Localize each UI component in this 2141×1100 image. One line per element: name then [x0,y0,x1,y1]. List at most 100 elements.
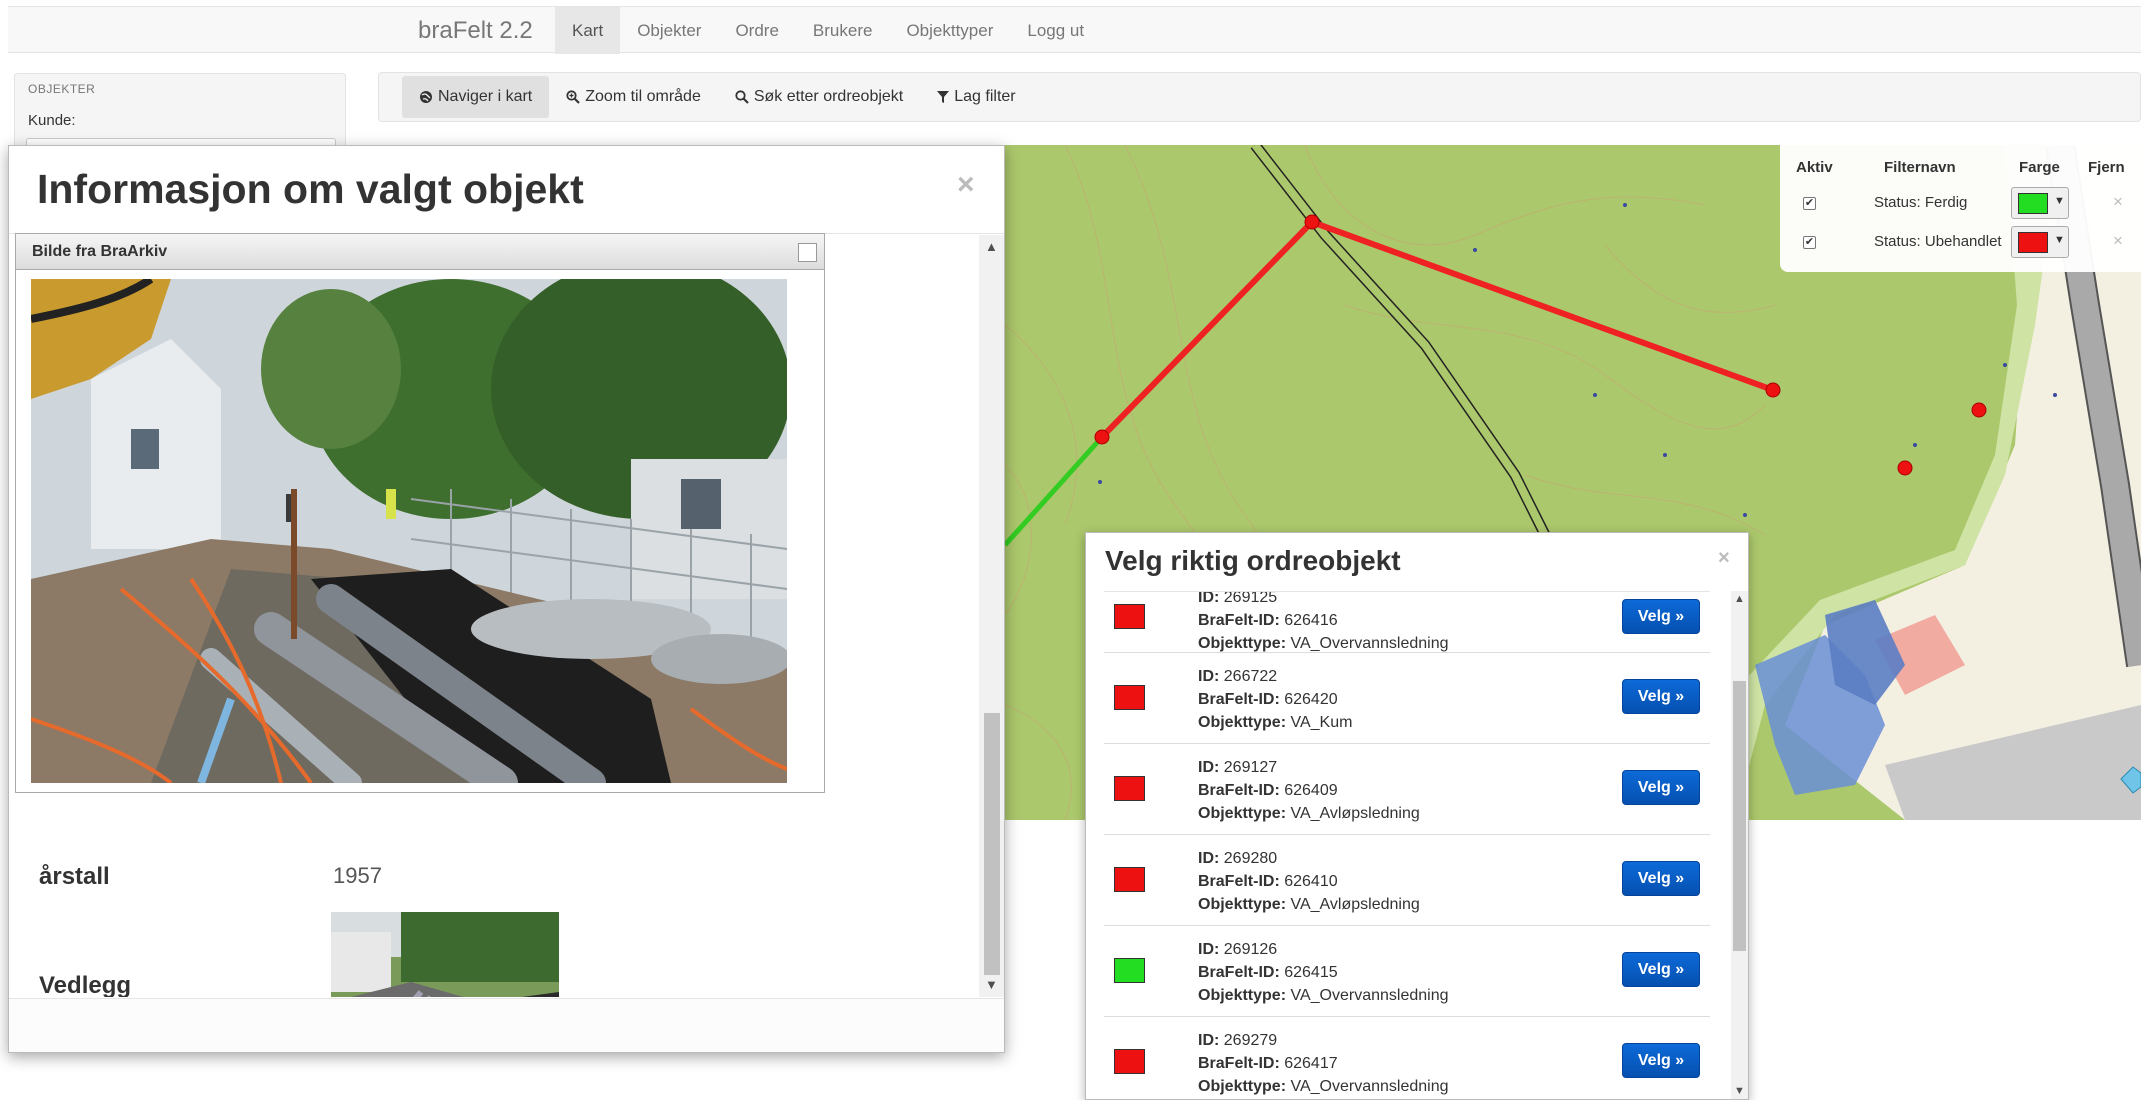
order-list: ID: 269125 BraFelt-ID: 626416 Objekttype… [1104,591,1710,1099]
search-order-button[interactable]: Søk etter ordreobjekt [718,76,920,118]
id-label: ID: [1198,850,1220,867]
id-label: ID: [1198,941,1220,958]
scroll-thumb[interactable] [984,713,1000,975]
id-value: 269126 [1223,941,1278,958]
scroll-thumb[interactable] [1733,681,1746,951]
filter-color-picker[interactable]: ▼ [2011,187,2069,219]
id-label: ID: [1198,668,1220,685]
info-modal-scrollbar[interactable]: ▲ ▼ [979,235,1004,997]
brafelt-id-value: 626416 [1284,612,1338,629]
close-icon[interactable]: × [1718,547,1730,570]
image-dialog-title: Bilde fra BraArkiv [32,243,168,260]
filter-row: ✔ Status: Ubehandlet ▼ × [1780,224,2141,260]
filter-color-picker[interactable]: ▼ [2011,226,2069,258]
list-item: ID: 269125 BraFelt-ID: 626416 Objekttype… [1104,591,1710,653]
id-value: 269125 [1223,591,1278,606]
remove-filter-icon[interactable]: × [2113,231,2123,251]
remove-filter-icon[interactable]: × [2113,192,2123,212]
order-list-scrollbar[interactable]: ▲ ▼ [1731,591,1748,1099]
brand-title[interactable]: braFelt 2.2 [418,17,533,45]
list-item: ID: 269279 BraFelt-ID: 626417 Objekttype… [1104,1017,1710,1099]
image-dialog-header: Bilde fra BraArkiv [16,234,824,270]
filter-header-farge: Farge [2019,159,2060,176]
filter-name: Status: Ferdig [1874,194,1968,211]
scroll-up-icon[interactable]: ▲ [1734,593,1745,605]
list-item: ID: 269126 BraFelt-ID: 626415 Objekttype… [1104,926,1710,1017]
archive-photo [30,259,791,800]
objekttype-label: Objekttype: [1198,635,1287,652]
velg-button[interactable]: Velg » [1622,770,1700,805]
objekttype-value: VA_Avløpsledning [1290,896,1420,913]
nav-kart[interactable]: Kart [555,7,621,54]
caret-down-icon: ▼ [2054,195,2065,207]
filter-icon [937,91,950,103]
velg-button[interactable]: Velg » [1622,599,1700,634]
objekttype-label: Objekttype: [1198,805,1287,822]
scroll-down-icon[interactable]: ▼ [985,977,998,992]
nav-objekter[interactable]: Objekter [620,7,718,54]
velg-button[interactable]: Velg » [1622,679,1700,714]
status-swatch [1114,1049,1145,1074]
list-item: ID: 266722 BraFelt-ID: 626420 Objekttype… [1104,653,1710,744]
brafelt-id-value: 626417 [1284,1055,1338,1072]
nav-logg-ut[interactable]: Logg ut [1010,7,1101,54]
brafelt-id-value: 626409 [1284,782,1338,799]
velg-button[interactable]: Velg » [1622,1043,1700,1078]
vedlegg-label: Vedlegg [39,972,132,997]
make-filter-label: Lag filter [954,88,1016,105]
objekttype-value: VA_Overvannsledning [1290,987,1449,1004]
order-item-details: ID: 269279 BraFelt-ID: 626417 Objekttype… [1198,1029,1449,1098]
info-modal: Informasjon om valgt objekt × årstall 19… [8,145,1005,1053]
filter-active-checkbox[interactable]: ✔ [1803,197,1816,210]
make-filter-button[interactable]: Lag filter [920,76,1032,118]
filter-panel: Aktiv Filternavn Farge Fjern ✔ Status: F… [1780,145,2141,272]
naviger-button[interactable]: Naviger i kart [402,76,550,118]
order-item-details: ID: 269126 BraFelt-ID: 626415 Objekttype… [1198,938,1449,1007]
image-dialog-toggle[interactable] [798,243,817,262]
brafelt-id-value: 626410 [1284,873,1338,890]
order-item-details: ID: 266722 BraFelt-ID: 626420 Objekttype… [1198,665,1352,734]
nav-objekttyper[interactable]: Objekttyper [889,7,1010,54]
status-swatch [1114,958,1145,983]
id-label: ID: [1198,759,1220,776]
objekttype-value: VA_Avløpsledning [1290,805,1420,822]
status-swatch [1114,776,1145,801]
id-value: 269127 [1223,759,1278,776]
order-item-details: ID: 269127 BraFelt-ID: 626409 Objekttype… [1198,756,1420,825]
objects-header: OBJEKTER [28,82,96,96]
vedlegg-thumbnail[interactable] [331,912,561,997]
list-item: ID: 269127 BraFelt-ID: 626409 Objekttype… [1104,744,1710,835]
scroll-down-icon[interactable]: ▼ [1734,1085,1745,1097]
status-swatch [1114,685,1145,710]
objekttype-label: Objekttype: [1198,714,1287,731]
filter-header-filternavn: Filternavn [1884,159,1956,176]
scroll-up-icon[interactable]: ▲ [985,239,998,254]
zoom-area-button[interactable]: Zoom til område [549,76,718,118]
zoom-in-icon [566,90,581,104]
objekttype-label: Objekttype: [1198,896,1287,913]
filter-active-checkbox[interactable]: ✔ [1803,236,1816,249]
order-item-details: ID: 269280 BraFelt-ID: 626410 Objekttype… [1198,847,1420,916]
id-value: 269280 [1223,850,1278,867]
caret-down-icon: ▼ [2054,234,2065,246]
info-modal-title: Informasjon om valgt objekt [37,166,584,212]
status-swatch [1114,604,1145,629]
filter-name: Status: Ubehandlet [1874,233,2002,250]
velg-button[interactable]: Velg » [1622,861,1700,896]
brafelt-id-label: BraFelt-ID: [1198,964,1280,981]
id-value: 266722 [1223,668,1278,685]
info-modal-footer [9,998,1004,1052]
nav-ordre[interactable]: Ordre [718,7,795,54]
objekttype-value: VA_Kum [1290,714,1353,731]
filter-row: ✔ Status: Ferdig ▼ × [1780,185,2141,221]
objekttype-label: Objekttype: [1198,1078,1287,1095]
velg-button[interactable]: Velg » [1622,952,1700,987]
objekttype-label: Objekttype: [1198,987,1287,1004]
close-icon[interactable]: × [957,168,975,202]
filter-header-aktiv: Aktiv [1796,159,1833,176]
zoom-area-label: Zoom til område [585,88,701,105]
status-swatch [1114,867,1145,892]
nav-brukere[interactable]: Brukere [796,7,890,54]
brafelt-id-label: BraFelt-ID: [1198,691,1280,708]
objekttype-value: VA_Overvannsledning [1290,1078,1449,1095]
